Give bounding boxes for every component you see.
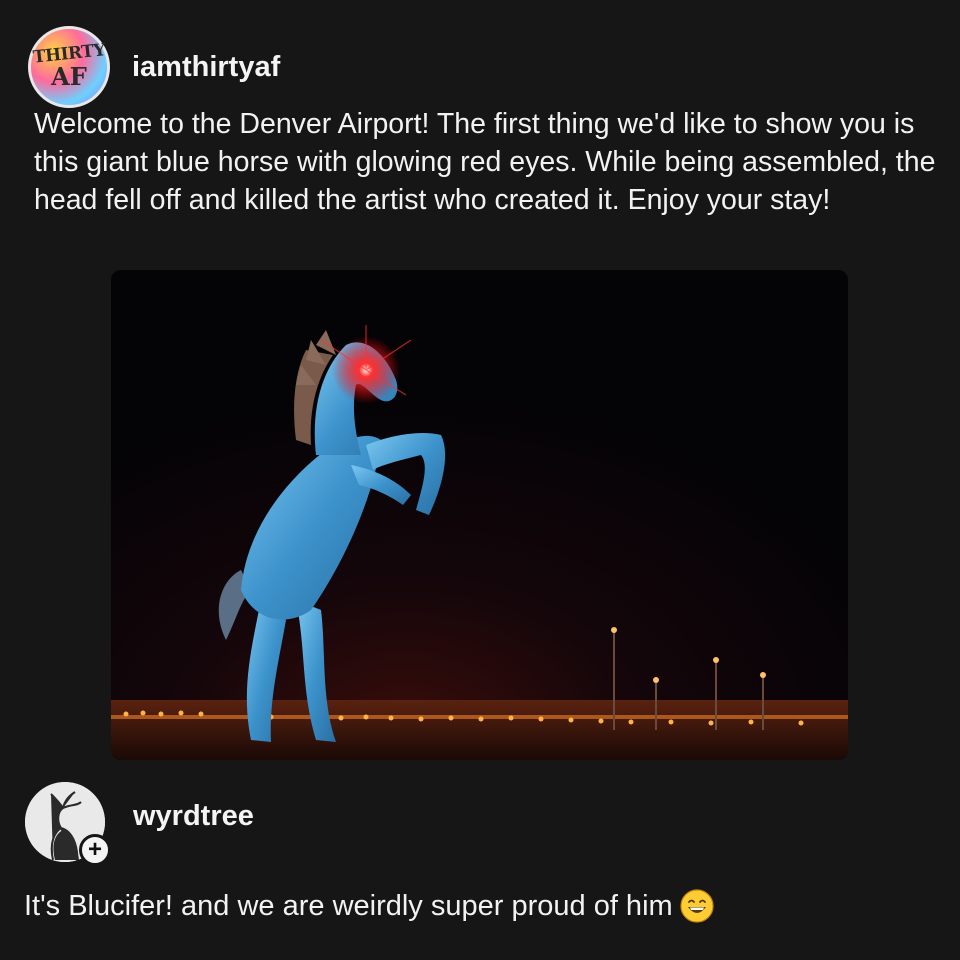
comment-body: It's Blucifer! and we are weirdly super … [24,888,715,924]
comment-author-avatar[interactable]: + [25,782,111,866]
follow-button[interactable]: + [79,834,111,866]
post-text: Welcome to the Denver Airport! The first… [34,108,936,216]
horse-statue-photo [111,270,848,760]
post-author-username[interactable]: iamthirtyaf [132,51,280,84]
comment-header: + wyrdtree [25,782,254,866]
grinning-face-emoji-icon [680,889,714,923]
comment-text: It's Blucifer! and we are weirdly super … [24,889,673,922]
plus-icon: + [87,836,102,863]
post-header: THIRTY AF iamthirtyaf [28,26,280,108]
post-author-avatar[interactable]: THIRTY AF [28,26,110,108]
avatar-text-top: THIRTY [31,39,106,68]
post-photo[interactable] [111,270,848,760]
avatar-text-bottom: AF [51,61,87,91]
comment-author-username[interactable]: wyrdtree [133,800,254,833]
